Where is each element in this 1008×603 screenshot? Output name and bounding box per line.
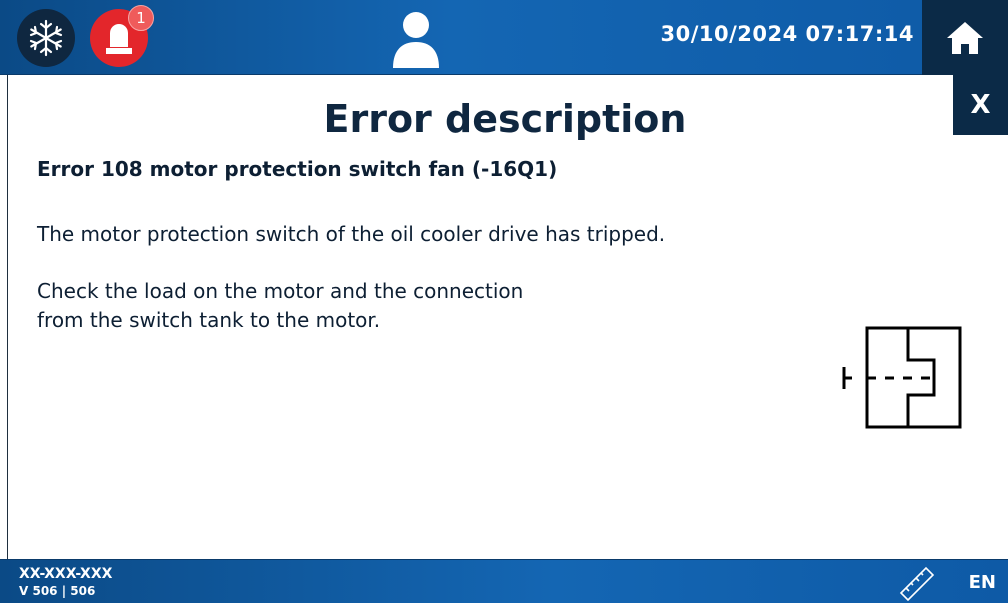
snowflake-button[interactable] bbox=[17, 9, 75, 67]
alarm-button[interactable]: 1 bbox=[90, 5, 154, 67]
alarm-count-badge: 1 bbox=[128, 5, 154, 31]
remedy-line: Check the load on the motor and the conn… bbox=[37, 279, 524, 303]
bottom-bar: XX-XXX-XXX V 506 | 506 EN bbox=[0, 559, 1008, 603]
home-button[interactable] bbox=[922, 0, 1008, 75]
top-bar: 1 30/10/2024 07:17:14 bbox=[0, 0, 1008, 75]
version-info: V 506 | 506 bbox=[19, 584, 96, 598]
language-selector[interactable]: EN bbox=[969, 572, 996, 593]
error-description-panel: Error description Error 108 motor protec… bbox=[7, 75, 1008, 559]
machine-id: XX-XXX-XXX bbox=[19, 566, 113, 582]
motor-protection-switch-symbol bbox=[842, 326, 962, 429]
home-icon bbox=[947, 21, 983, 54]
error-title: Error 108 motor protection switch fan (-… bbox=[37, 157, 558, 181]
ruler-button[interactable] bbox=[898, 565, 936, 602]
remedy-line: from the switch tank to the motor. bbox=[37, 308, 381, 332]
error-remedy-text: Check the load on the motor and the conn… bbox=[37, 277, 523, 335]
snowflake-icon bbox=[29, 19, 63, 57]
datetime-display: 30/10/2024 07:17:14 bbox=[660, 22, 914, 46]
ruler-icon bbox=[899, 566, 935, 602]
page-title: Error description bbox=[323, 97, 687, 141]
error-description-text: The motor protection switch of the oil c… bbox=[37, 222, 666, 246]
user-button[interactable] bbox=[390, 10, 442, 68]
user-icon bbox=[393, 12, 439, 68]
